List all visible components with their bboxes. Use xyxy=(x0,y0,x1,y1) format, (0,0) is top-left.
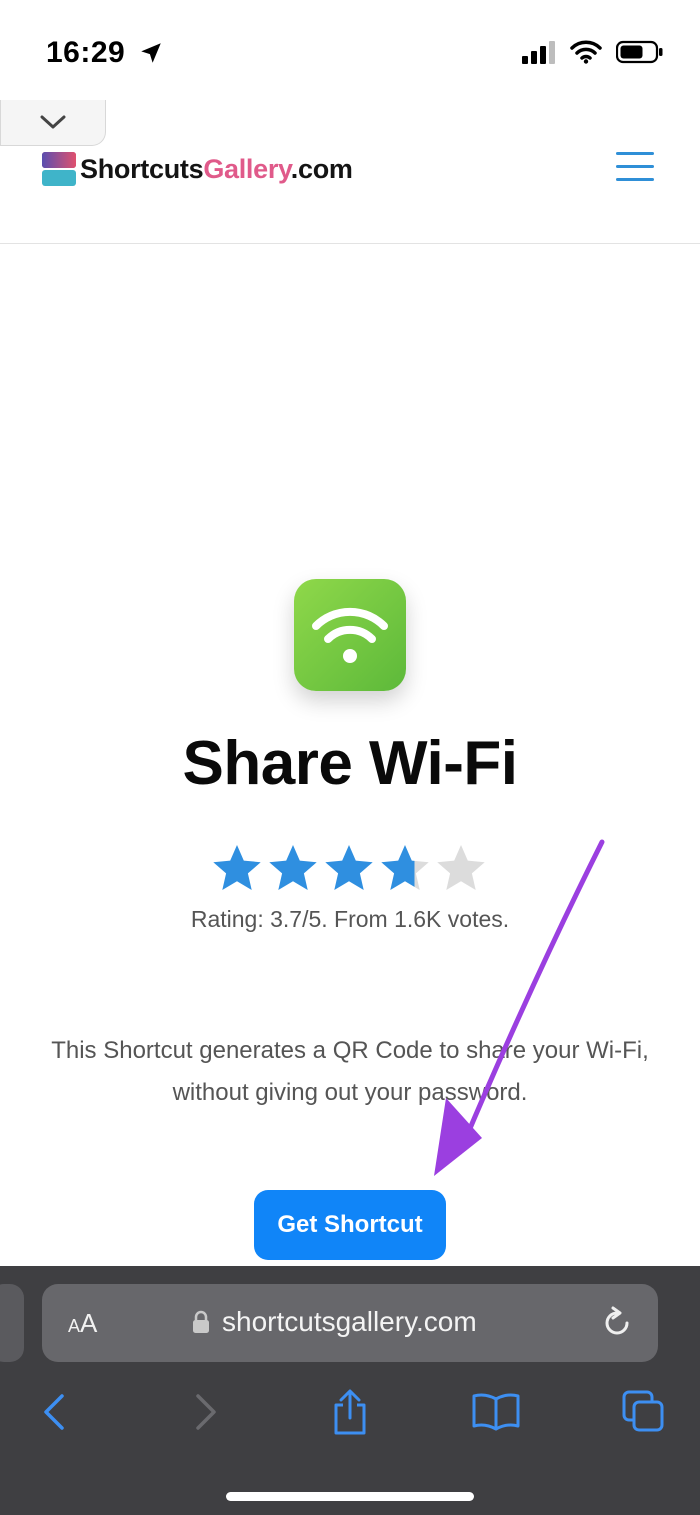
wifi-icon xyxy=(312,607,388,663)
status-indicators xyxy=(522,40,664,64)
site-logo[interactable]: ShortcutsGallery.com xyxy=(42,152,353,186)
star-icon xyxy=(437,845,485,890)
bookmarks-button[interactable] xyxy=(468,1384,524,1440)
text-size-button[interactable]: AA xyxy=(68,1308,97,1339)
logo-text: ShortcutsGallery.com xyxy=(80,154,353,185)
chevron-down-icon xyxy=(40,115,66,128)
book-icon xyxy=(472,1393,520,1431)
star-icon xyxy=(213,845,261,890)
logo-text-shortcuts: Shortcuts xyxy=(80,153,204,184)
location-arrow-icon xyxy=(141,43,161,63)
star-icon xyxy=(325,845,373,890)
star-icon xyxy=(269,845,317,890)
chevron-left-icon xyxy=(44,1394,64,1430)
logo-text-gallery: Gallery xyxy=(203,153,291,184)
status-time: 16:29 xyxy=(46,36,126,69)
logo-mark-icon xyxy=(42,152,76,186)
get-shortcut-button[interactable]: Get Shortcut xyxy=(254,1190,446,1260)
cellular-signal-icon xyxy=(522,41,555,64)
shortcut-description: This Shortcut generates a QR Code to sha… xyxy=(51,1037,649,1106)
tabs-button[interactable] xyxy=(616,1384,672,1440)
star-icon xyxy=(381,845,429,890)
share-icon xyxy=(334,1389,366,1435)
address-bar[interactable]: AA shortcutsgallery.com xyxy=(42,1284,658,1362)
safari-nav-row xyxy=(0,1384,700,1444)
aa-small: A xyxy=(68,1316,81,1336)
chevron-right-icon xyxy=(196,1394,216,1430)
battery-icon xyxy=(616,40,663,64)
previous-tab-edge[interactable] xyxy=(0,1284,24,1362)
share-button[interactable] xyxy=(322,1384,378,1440)
home-indicator xyxy=(226,1492,474,1501)
rating-stars xyxy=(210,842,488,896)
tabs-icon xyxy=(622,1390,664,1432)
status-bar: 16:29 xyxy=(0,0,700,100)
forward-button[interactable] xyxy=(178,1384,234,1440)
wifi-status-icon xyxy=(570,40,602,64)
rating-text: Rating: 3.7/5. From 1.6K votes. xyxy=(190,906,510,932)
shortcut-title: Share Wi-Fi xyxy=(182,729,519,798)
back-button[interactable] xyxy=(26,1384,82,1440)
aa-large: A xyxy=(80,1308,98,1338)
url-display[interactable]: shortcutsgallery.com xyxy=(192,1306,477,1338)
url-text: shortcutsgallery.com xyxy=(222,1306,477,1337)
logo-text-domain: .com xyxy=(290,153,353,184)
safari-toolbar: AA shortcutsgallery.com xyxy=(0,1266,700,1515)
reload-icon[interactable] xyxy=(600,1306,634,1340)
shortcut-app-icon xyxy=(294,579,406,691)
lock-icon xyxy=(193,1310,209,1333)
menu-hamburger-icon[interactable] xyxy=(616,152,654,182)
collapse-toggle[interactable] xyxy=(0,100,106,146)
